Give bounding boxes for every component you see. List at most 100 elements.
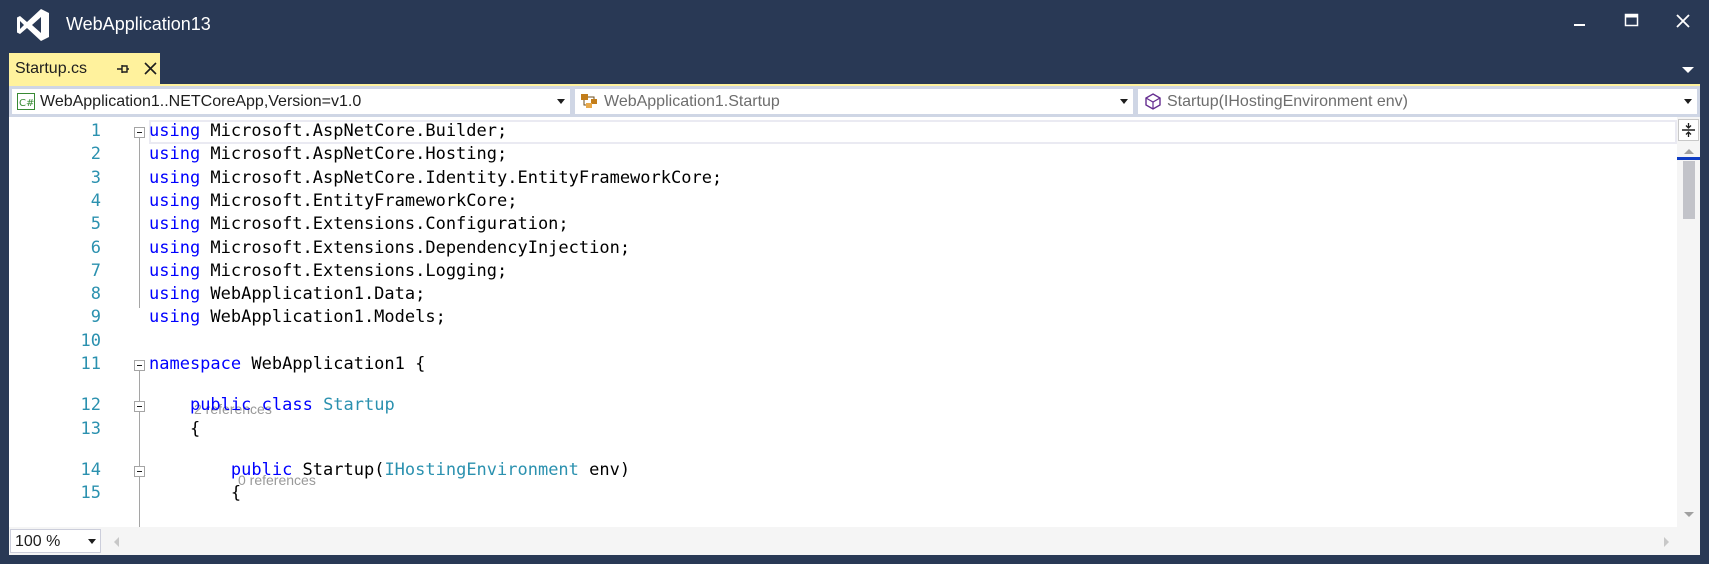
line-number: 6: [90, 238, 101, 258]
scroll-left-icon[interactable]: [113, 536, 120, 548]
code-editor[interactable]: 2 references 0 references 1 using Microso…: [9, 117, 1700, 527]
line-number: 12: [80, 395, 101, 415]
code-text: {: [149, 483, 241, 503]
caret-position-marker: [1677, 157, 1700, 160]
code-line[interactable]: 15 {: [9, 483, 1669, 508]
maximize-button[interactable]: [1607, 0, 1657, 42]
class-icon: [581, 94, 597, 108]
code-line[interactable]: 5 using Microsoft.Extensions.Configuratio…: [9, 214, 1669, 239]
scroll-thumb[interactable]: [1683, 161, 1695, 219]
document-tab-strip: Startup.cs: [0, 50, 1709, 86]
code-token: Startup(: [292, 460, 385, 480]
minimize-button[interactable]: [1555, 0, 1605, 42]
keyword-token: using: [149, 238, 201, 258]
code-token: Microsoft.AspNetCore.Identity.EntityFram…: [200, 168, 723, 188]
code-line[interactable]: 4 using Microsoft.EntityFrameworkCore;: [9, 191, 1669, 216]
zoom-dropdown[interactable]: 100 %: [10, 529, 101, 553]
code-line[interactable]: 1 using Microsoft.AspNetCore.Builder;: [9, 121, 1669, 146]
code-token: {: [149, 483, 242, 503]
code-text: public class Startup: [149, 395, 395, 415]
minimize-icon: [1574, 24, 1585, 26]
keyword-token: namespace: [149, 354, 242, 374]
code-text: namespace WebApplication1 {: [149, 354, 425, 374]
collapse-icon[interactable]: [134, 466, 145, 477]
code-line[interactable]: 6 using Microsoft.Extensions.DependencyIn…: [9, 238, 1669, 263]
keyword-token: using: [149, 261, 201, 281]
horizontal-scrollbar[interactable]: [107, 527, 1677, 555]
maximize-icon: [1624, 13, 1639, 27]
line-number: 3: [90, 168, 101, 188]
line-number: 15: [80, 483, 101, 503]
chevron-down-icon: [1120, 99, 1128, 104]
chevron-down-icon: [557, 99, 565, 104]
scroll-up-icon[interactable]: [1683, 148, 1695, 155]
code-line[interactable]: 3 using Microsoft.AspNetCore.Identity.Ent…: [9, 168, 1669, 193]
visual-studio-logo-icon: [17, 9, 49, 41]
code-token: Microsoft.EntityFrameworkCore;: [200, 191, 518, 211]
pin-icon[interactable]: [116, 62, 130, 76]
close-window-button[interactable]: [1658, 0, 1708, 42]
scroll-down-icon[interactable]: [1683, 511, 1695, 518]
code-token: Microsoft.Extensions.Configuration;: [200, 214, 569, 234]
vertical-scrollbar[interactable]: [1677, 117, 1700, 527]
collapse-icon[interactable]: [134, 127, 145, 138]
tab-list-dropdown-icon[interactable]: [1681, 65, 1695, 75]
code-token: Microsoft.AspNetCore.Hosting;: [200, 144, 508, 164]
code-token: Microsoft.Extensions.Logging;: [200, 261, 508, 281]
line-number: 14: [80, 460, 101, 480]
type-dropdown[interactable]: WebApplication1.Startup: [574, 88, 1134, 115]
type-token: Startup: [323, 395, 395, 415]
code-line[interactable]: 12 public class Startup: [9, 395, 1669, 420]
project-dropdown[interactable]: C# WebApplication1..NETCoreApp,Version=v…: [11, 88, 571, 115]
collapse-icon[interactable]: [134, 401, 145, 412]
code-line[interactable]: 8 using WebApplication1.Data;: [9, 284, 1669, 309]
chevron-down-icon: [88, 539, 96, 544]
code-line[interactable]: 9 using WebApplication1.Models;: [9, 307, 1669, 332]
code-line[interactable]: 10: [9, 331, 1669, 356]
close-tab-icon[interactable]: [143, 61, 158, 76]
zoom-level: 100 %: [15, 533, 61, 550]
code-line[interactable]: 7 using Microsoft.Extensions.Logging;: [9, 261, 1669, 286]
keyword-token: using: [149, 144, 201, 164]
code-line[interactable]: 2 using Microsoft.AspNetCore.Hosting;: [9, 144, 1669, 169]
collapse-icon[interactable]: [134, 360, 145, 371]
code-text: using WebApplication1.Data;: [149, 284, 425, 304]
project-dropdown-label: WebApplication1..NETCoreApp,Version=v1.0: [40, 93, 362, 110]
keyword-token: using: [149, 284, 201, 304]
member-dropdown[interactable]: Startup(IHostingEnvironment env): [1137, 88, 1698, 115]
line-number: 13: [80, 419, 101, 439]
keyword-token: using: [149, 191, 201, 211]
split-icon: [1682, 123, 1695, 137]
code-line[interactable]: 13 {: [9, 419, 1669, 444]
line-number: 8: [90, 284, 101, 304]
code-text: using Microsoft.Extensions.Configuration…: [149, 214, 569, 234]
code-token: WebApplication1.Models;: [200, 307, 446, 327]
code-text: public Startup(IHostingEnvironment env): [149, 460, 630, 480]
tab-startup-cs[interactable]: Startup.cs: [9, 53, 160, 84]
code-text: {: [149, 419, 200, 439]
scroll-right-icon[interactable]: [1663, 536, 1670, 548]
code-text: using Microsoft.AspNetCore.Identity.Enti…: [149, 168, 722, 188]
chevron-down-icon: [1684, 99, 1692, 104]
line-number: 1: [90, 121, 101, 141]
code-line[interactable]: 14 public Startup(IHostingEnvironment en…: [9, 460, 1669, 485]
keyword-token: using: [149, 121, 201, 141]
code-text: using Microsoft.Extensions.Logging;: [149, 261, 507, 281]
code-text: using WebApplication1.Models;: [149, 307, 446, 327]
code-line[interactable]: 11 namespace WebApplication1 {: [9, 354, 1669, 379]
navigation-bar: C# WebApplication1..NETCoreApp,Version=v…: [9, 86, 1700, 117]
type-token: IHostingEnvironment: [384, 460, 579, 480]
line-number: 10: [80, 331, 101, 351]
line-number: 5: [90, 214, 101, 234]
keyword-token: using: [149, 214, 201, 234]
split-window-button[interactable]: [1678, 119, 1699, 141]
code-text: using Microsoft.AspNetCore.Builder;: [149, 121, 507, 141]
code-text: using Microsoft.AspNetCore.Hosting;: [149, 144, 507, 164]
line-number: 7: [90, 261, 101, 281]
type-dropdown-label: WebApplication1.Startup: [604, 93, 780, 110]
line-number: 4: [90, 191, 101, 211]
code-token: Microsoft.AspNetCore.Builder;: [200, 121, 508, 141]
